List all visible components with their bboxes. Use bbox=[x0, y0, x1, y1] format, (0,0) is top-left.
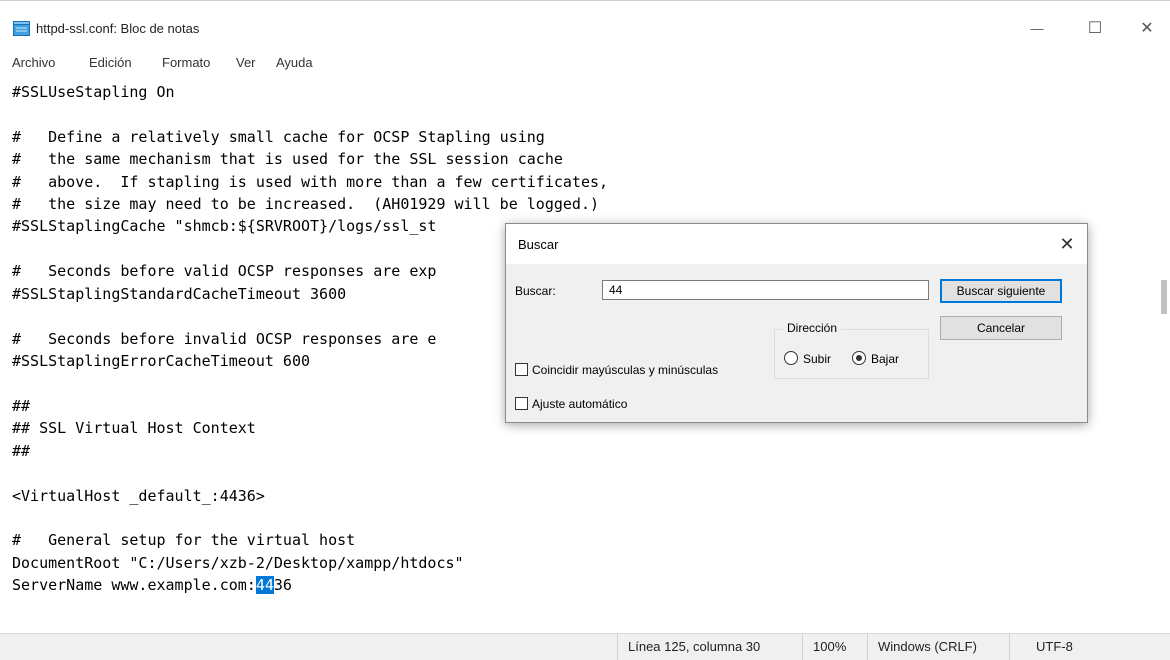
menu-formato[interactable]: Formato bbox=[162, 55, 210, 70]
radio-selected-dot bbox=[856, 355, 862, 361]
text-line: ## bbox=[12, 442, 31, 460]
text-line: # above. If stapling is used with more t… bbox=[12, 173, 609, 191]
text-line: # the same mechanism that is used for th… bbox=[12, 150, 563, 168]
text-line: # Seconds before valid OCSP responses ar… bbox=[12, 262, 437, 280]
down-radio[interactable] bbox=[852, 351, 866, 365]
status-line-ending: Windows (CRLF) bbox=[867, 634, 1009, 660]
status-encoding: UTF-8 bbox=[1009, 634, 1170, 660]
search-input[interactable] bbox=[602, 280, 929, 300]
title-bar[interactable]: httpd-ssl.conf: Bloc de notas — ☐ ✕ bbox=[0, 11, 1170, 45]
text-line: #SSLStaplingStandardCacheTimeout 3600 bbox=[12, 285, 347, 303]
status-zoom: 100% bbox=[802, 634, 867, 660]
text-line: # Seconds before invalid OCSP responses … bbox=[12, 330, 437, 348]
dialog-title-bar[interactable]: Buscar ✕ bbox=[506, 224, 1087, 264]
text-line: ## bbox=[12, 397, 31, 415]
match-case-label[interactable]: Coincidir mayúsculas y minúsculas bbox=[532, 363, 718, 377]
maximize-button[interactable]: ☐ bbox=[1072, 11, 1118, 45]
minimize-icon: — bbox=[1030, 20, 1044, 36]
minimize-button[interactable]: — bbox=[1014, 11, 1060, 45]
down-label[interactable]: Bajar bbox=[871, 352, 899, 366]
notepad-app-icon bbox=[13, 21, 30, 36]
search-label: Buscar: bbox=[515, 284, 556, 298]
find-next-button[interactable]: Buscar siguiente bbox=[940, 279, 1062, 303]
window-title: httpd-ssl.conf: Bloc de notas bbox=[36, 21, 200, 36]
dialog-title: Buscar bbox=[518, 237, 559, 252]
close-icon: ✕ bbox=[1140, 20, 1154, 37]
text-line: # Define a relatively small cache for OC… bbox=[12, 128, 545, 146]
menu-edicion[interactable]: Edición bbox=[89, 55, 132, 70]
menu-ver[interactable]: Ver bbox=[236, 55, 256, 70]
text-line: # the size may need to be increased. (AH… bbox=[12, 195, 599, 213]
status-bar: Línea 125, columna 30 100% Windows (CRLF… bbox=[0, 633, 1170, 660]
cancel-button[interactable]: Cancelar bbox=[940, 316, 1062, 340]
text-line: <VirtualHost _default_:4436> bbox=[12, 487, 265, 505]
text-line: #SSLStaplingCache "shmcb:${SRVROOT}/logs… bbox=[12, 217, 437, 235]
direction-label: Dirección bbox=[783, 321, 842, 335]
notepad-window: httpd-ssl.conf: Bloc de notas — ☐ ✕ Arch… bbox=[0, 0, 1170, 660]
text-line: DocumentRoot "C:/Users/xzb-2/Desktop/xam… bbox=[12, 554, 464, 572]
close-icon: ✕ bbox=[1059, 233, 1075, 254]
menu-archivo[interactable]: Archivo bbox=[12, 55, 55, 70]
wrap-around-checkbox[interactable] bbox=[515, 397, 528, 410]
maximize-icon: ☐ bbox=[1087, 20, 1103, 37]
text-selection: 44 bbox=[255, 576, 274, 594]
up-radio[interactable] bbox=[784, 351, 798, 365]
vertical-scrollbar[interactable] bbox=[1158, 77, 1170, 633]
text-line: ## SSL Virtual Host Context bbox=[12, 419, 256, 437]
direction-group: Dirección Subir Bajar bbox=[774, 321, 929, 379]
wrap-around-label[interactable]: Ajuste automático bbox=[532, 397, 627, 411]
text-line: #SSLStaplingErrorCacheTimeout 600 bbox=[12, 352, 311, 370]
dialog-close-button[interactable]: ✕ bbox=[1054, 232, 1080, 256]
text-before-selection: ServerName www.example.com: bbox=[12, 576, 256, 594]
up-label[interactable]: Subir bbox=[803, 352, 831, 366]
close-button[interactable]: ✕ bbox=[1124, 11, 1170, 45]
text-after-selection: 36 bbox=[273, 576, 292, 594]
text-line-current: ServerName www.example.com:4436 bbox=[12, 574, 292, 596]
menu-ayuda[interactable]: Ayuda bbox=[276, 55, 313, 70]
scrollbar-thumb[interactable] bbox=[1161, 280, 1167, 314]
status-position: Línea 125, columna 30 bbox=[617, 634, 802, 660]
match-case-checkbox[interactable] bbox=[515, 363, 528, 376]
text-line: # General setup for the virtual host bbox=[12, 531, 356, 549]
find-dialog: Buscar ✕ Buscar: Buscar siguiente Cancel… bbox=[505, 223, 1088, 423]
text-line: #SSLUseStapling On bbox=[12, 83, 175, 101]
